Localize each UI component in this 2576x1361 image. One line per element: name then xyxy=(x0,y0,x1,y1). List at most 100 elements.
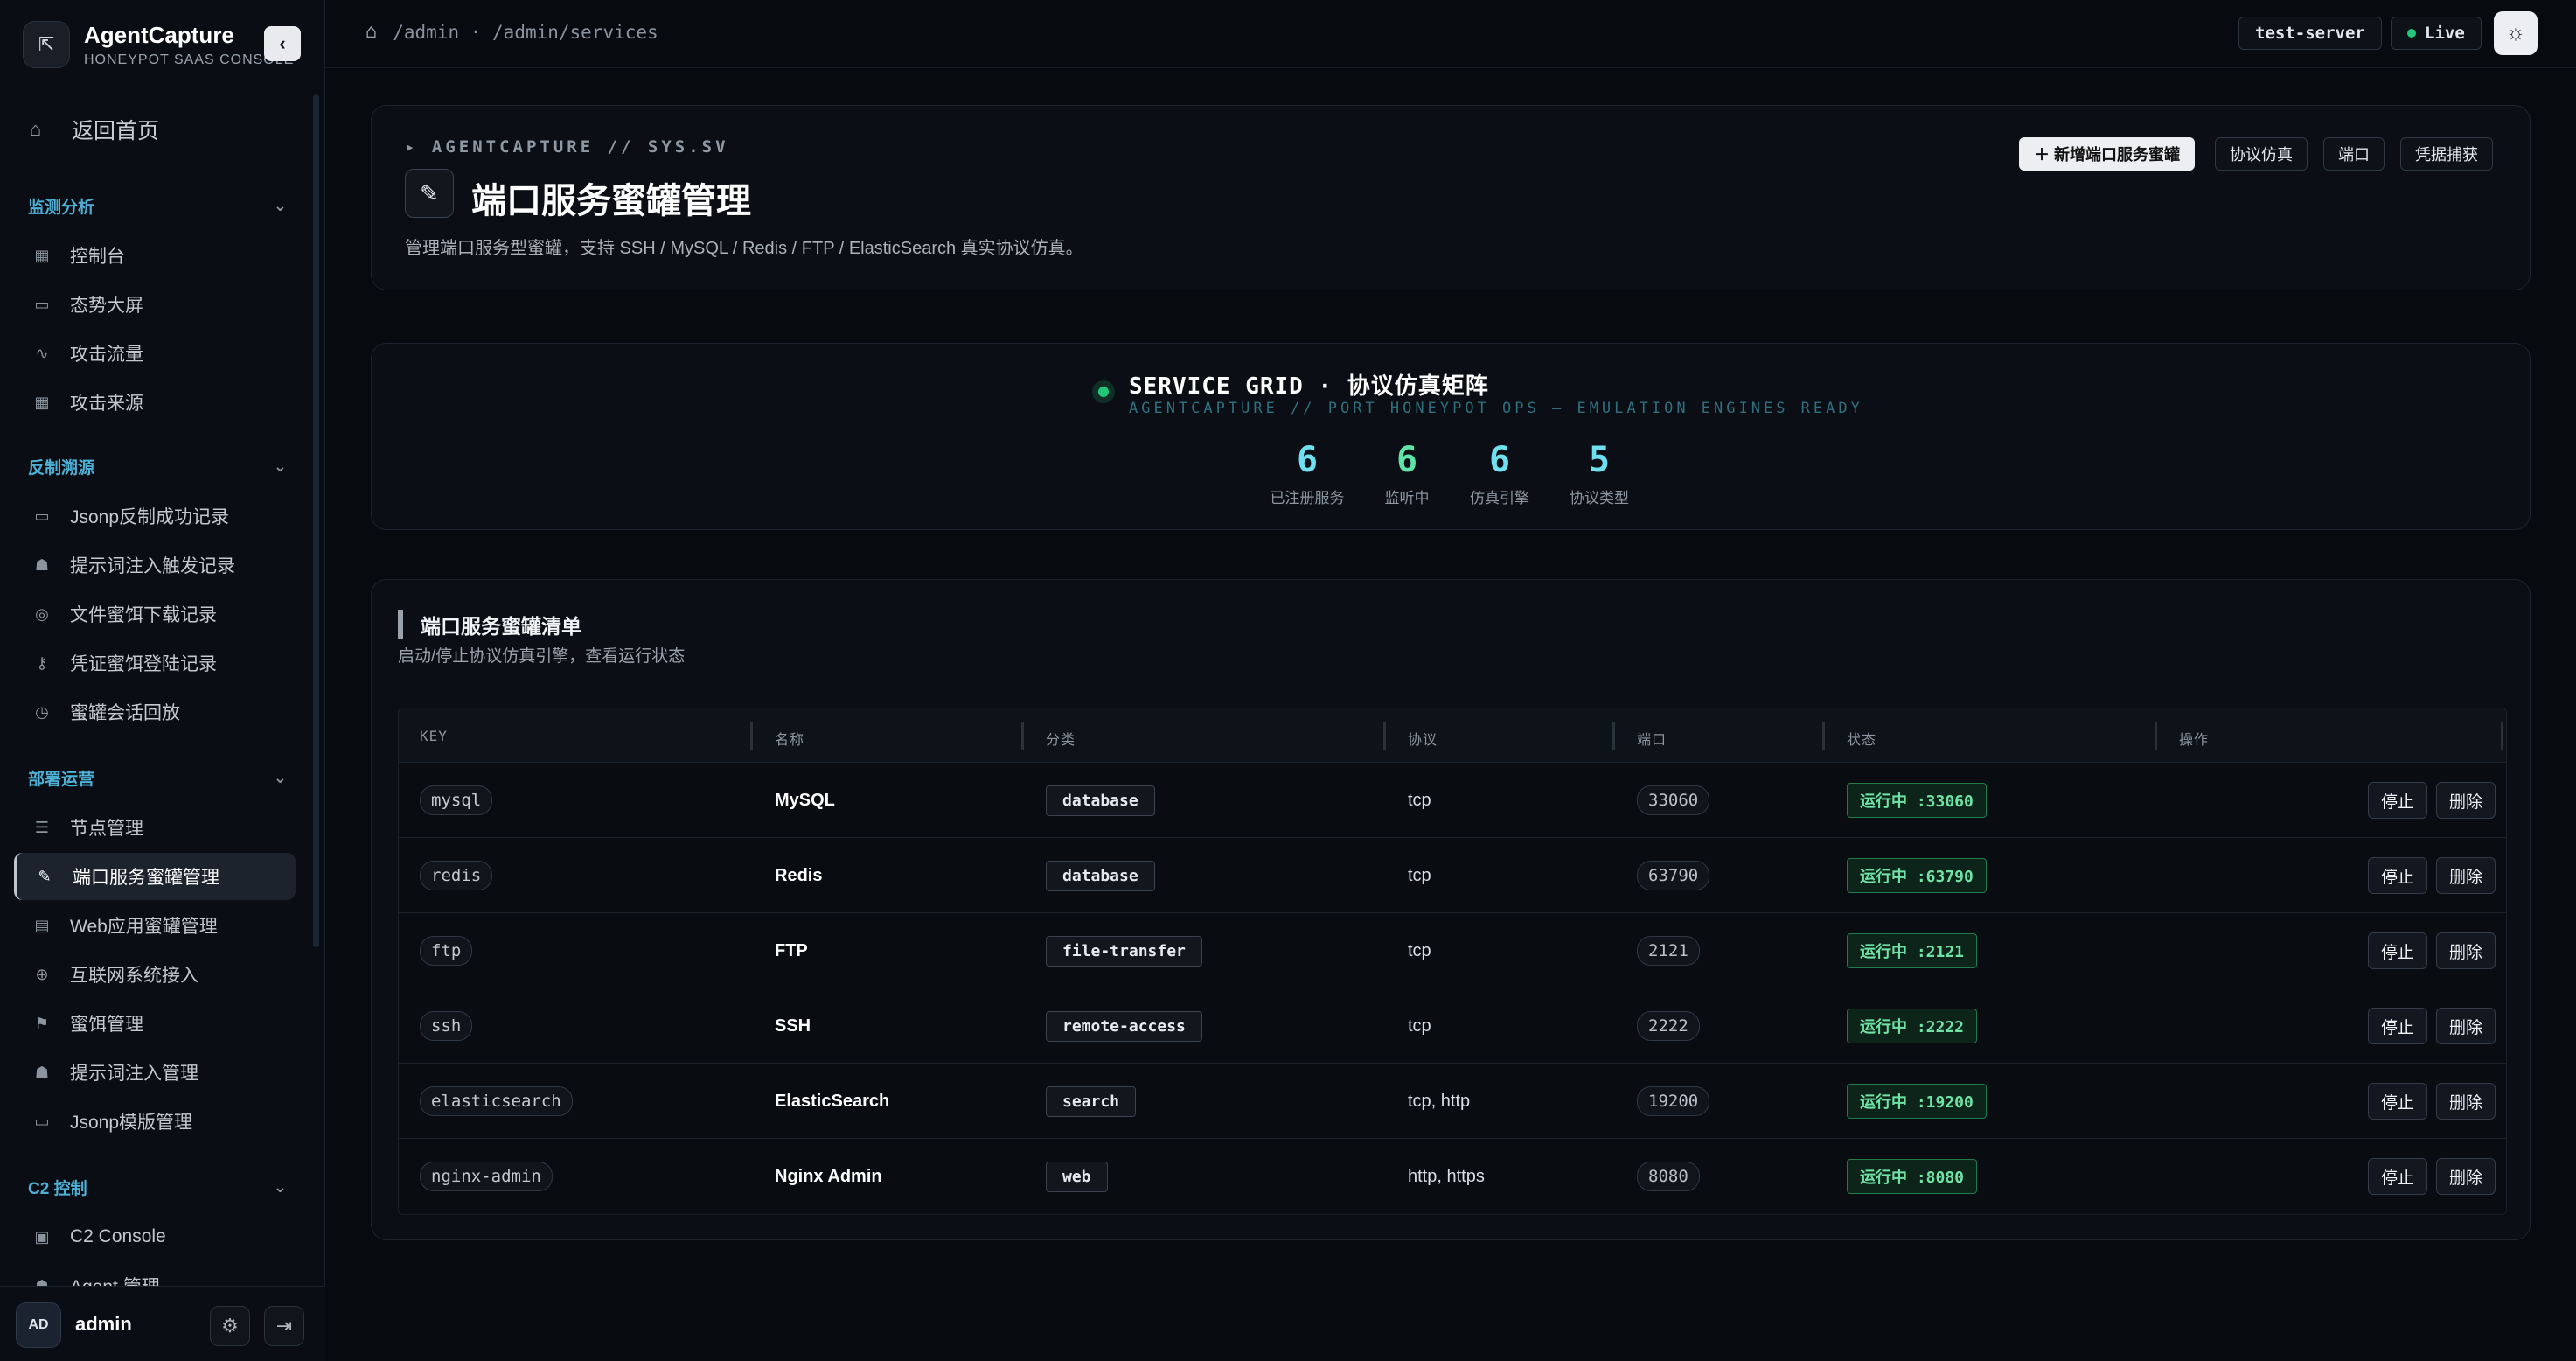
table-row[interactable]: elasticsearch ElasticSearch search tcp, … xyxy=(399,1064,2506,1139)
table-row[interactable]: ssh SSH remote-access tcp 2222 运行中 :2222… xyxy=(399,988,2506,1064)
stop-button[interactable]: 停止 xyxy=(2367,1083,2427,1120)
column-resize-handle[interactable] xyxy=(1021,722,1024,750)
sidebar-item-agent-management[interactable]: ☗ Agent 管理 xyxy=(14,1262,296,1287)
sidebar: ⇱ AgentCapture HONEYPOT SAAS CONSOLE ‹ ⌂… xyxy=(0,0,325,1361)
sidebar-item-label: 蜜饵管理 xyxy=(70,1015,143,1035)
sidebar-item-file-bait-records[interactable]: ◎ 文件蜜饵下载记录 xyxy=(14,590,296,638)
brand[interactable]: ⇱ AgentCapture HONEYPOT SAAS CONSOLE xyxy=(23,21,294,68)
stop-button[interactable]: 停止 xyxy=(2367,782,2427,819)
table-row[interactable]: nginx-admin Nginx Admin web http, https … xyxy=(399,1139,2506,1214)
breadcrumb-path: /admin · /admin/services xyxy=(393,21,658,43)
service-key: mysql xyxy=(420,785,493,815)
sidebar-item-label: 节点管理 xyxy=(70,819,143,839)
services-table: KEY 名称 分类 协议 端口 状态 操作 mysql MySQL databa… xyxy=(398,708,2507,1215)
chevron-down-icon: ⌄ xyxy=(273,1178,287,1196)
sidebar-item-label: Web应用蜜罐管理 xyxy=(70,917,218,937)
sidebar-item-c2-console[interactable]: ▣ C2 Console xyxy=(14,1213,296,1260)
delete-button[interactable]: 删除 xyxy=(2435,782,2496,819)
server-selector[interactable]: test-server xyxy=(2238,17,2382,50)
column-resize-handle[interactable] xyxy=(2155,722,2157,750)
column-resize-handle[interactable] xyxy=(2501,722,2503,750)
sidebar-item-web-honeypots[interactable]: ▤ Web应用蜜罐管理 xyxy=(14,902,296,949)
settings-button[interactable]: ⚙ xyxy=(210,1306,250,1346)
nav-section-countermeasure[interactable]: 反制溯源 ⌄ xyxy=(28,455,287,478)
sidebar-item-bait-management[interactable]: ⚑ 蜜饵管理 xyxy=(14,1000,296,1047)
bot-icon: ☗ xyxy=(34,1276,50,1287)
sidebar-item-attack-traffic[interactable]: ∿ 攻击流量 xyxy=(14,330,296,377)
logout-button[interactable]: ⇥ xyxy=(264,1306,304,1346)
chevron-down-icon: ⌄ xyxy=(273,769,287,786)
delete-button[interactable]: 删除 xyxy=(2435,1008,2496,1044)
sidebar-item-label: 攻击流量 xyxy=(70,345,143,365)
avatar[interactable]: AD xyxy=(16,1302,61,1348)
sidebar-item-jsonp-templates[interactable]: ▭ Jsonp模版管理 xyxy=(14,1098,296,1145)
sidebar-item-dashboard[interactable]: ▦ 控制台 xyxy=(14,232,296,279)
column-header-key[interactable]: KEY xyxy=(420,728,448,744)
sidebar-item-node-management[interactable]: ☰ 节点管理 xyxy=(14,804,296,851)
nav-section-c2[interactable]: C2 控制 ⌄ xyxy=(28,1176,287,1199)
column-header-name[interactable]: 名称 xyxy=(775,728,804,749)
column-resize-handle[interactable] xyxy=(1383,722,1386,750)
sidebar-item-prompt-injection-management[interactable]: ☗ 提示词注入管理 xyxy=(14,1049,296,1096)
column-header-status[interactable]: 状态 xyxy=(1847,728,1876,749)
column-header-protocol[interactable]: 协议 xyxy=(1408,728,1438,749)
service-key: redis xyxy=(420,861,493,890)
page-header-card: ▸ AGENTCAPTURE // SYS.SV ✎ 端口服务蜜罐管理 管理端口… xyxy=(371,105,2531,290)
delete-button[interactable]: 删除 xyxy=(2435,1158,2496,1195)
add-port-honeypot-button[interactable]: ＋ 新增端口服务蜜罐 xyxy=(2019,137,2196,171)
flag-icon: ⚑ xyxy=(34,1014,50,1032)
sidebar-item-attack-source[interactable]: ▦ 攻击来源 xyxy=(14,379,296,426)
status-badge: 运行中 :63790 xyxy=(1847,858,1987,893)
nav-section-deployment[interactable]: 部署运营 ⌄ xyxy=(28,766,287,790)
sidebar-item-port-services[interactable]: ✎ 端口服务蜜罐管理 xyxy=(14,853,296,900)
column-resize-handle[interactable] xyxy=(1822,722,1825,750)
category-badge: search xyxy=(1046,1085,1137,1117)
service-key: elasticsearch xyxy=(420,1086,573,1116)
topbar: ⌂ /admin · /admin/services test-server L… xyxy=(325,0,2576,68)
collapse-sidebar-button[interactable]: ‹ xyxy=(264,26,301,61)
table-row[interactable]: mysql MySQL database tcp 33060 运行中 :3306… xyxy=(399,763,2506,838)
table-header: KEY 名称 分类 协议 端口 状态 操作 xyxy=(399,708,2506,763)
live-status-badge[interactable]: Live xyxy=(2391,17,2482,50)
service-grid-card: SERVICE GRID · 协议仿真矩阵 AGENTCAPTURE // PO… xyxy=(371,343,2531,530)
service-protocol: http, https xyxy=(1408,1166,1485,1186)
port-badge: 63790 xyxy=(1637,861,1710,890)
sidebar-item-jsonp-records[interactable]: ▭ Jsonp反制成功记录 xyxy=(14,492,296,540)
credential-capture-button[interactable]: 凭据捕获 xyxy=(2400,137,2493,171)
stop-button[interactable]: 停止 xyxy=(2367,1158,2427,1195)
port-button[interactable]: 端口 xyxy=(2323,137,2385,171)
delete-button[interactable]: 删除 xyxy=(2435,857,2496,894)
stop-button[interactable]: 停止 xyxy=(2367,932,2427,969)
sidebar-item-internet-access[interactable]: ⊕ 互联网系统接入 xyxy=(14,951,296,998)
nav-section-monitoring[interactable]: 监测分析 ⌄ xyxy=(28,194,287,218)
service-name: ElasticSearch xyxy=(775,1091,890,1111)
sidebar-item-session-replay[interactable]: ◷ 蜜罐会话回放 xyxy=(14,688,296,736)
stop-button[interactable]: 停止 xyxy=(2367,857,2427,894)
sidebar-item-label: 态势大屏 xyxy=(70,296,143,316)
page-title: 端口服务蜜罐管理 xyxy=(471,182,751,220)
sidebar-item-credential-bait-records[interactable]: ⚷ 凭证蜜饵登陆记录 xyxy=(14,639,296,687)
table-row[interactable]: redis Redis database tcp 63790 运行中 :6379… xyxy=(399,838,2506,913)
sidebar-item-label: 提示词注入触发记录 xyxy=(70,556,235,576)
sidebar-item-label: 提示词注入管理 xyxy=(70,1064,198,1084)
protocol-emulation-button[interactable]: 协议仿真 xyxy=(2215,137,2308,171)
status-badge: 运行中 :8080 xyxy=(1847,1159,1978,1194)
delete-button[interactable]: 删除 xyxy=(2435,932,2496,969)
theme-toggle-button[interactable]: ☼ xyxy=(2494,11,2538,55)
column-resize-handle[interactable] xyxy=(1612,722,1615,750)
home-icon[interactable]: ⌂ xyxy=(366,21,377,43)
nav-home-link[interactable]: ⌂ 返回首页 xyxy=(30,114,159,145)
bot-icon: ☗ xyxy=(34,1063,50,1081)
column-header-category[interactable]: 分类 xyxy=(1046,728,1076,749)
service-grid-title: SERVICE GRID · 协议仿真矩阵 xyxy=(1129,373,1489,400)
stop-button[interactable]: 停止 xyxy=(2367,1008,2427,1044)
sidebar-item-prompt-injection-records[interactable]: ☗ 提示词注入触发记录 xyxy=(14,541,296,589)
table-row[interactable]: ftp FTP file-transfer tcp 2121 运行中 :2121… xyxy=(399,913,2506,988)
column-resize-handle[interactable] xyxy=(750,722,753,750)
home-icon: ⌂ xyxy=(30,118,42,140)
wrench-icon: ✎ xyxy=(38,867,52,885)
sidebar-item-label: Jsonp模版管理 xyxy=(70,1113,193,1133)
sidebar-item-big-screen[interactable]: ▭ 态势大屏 xyxy=(14,281,296,328)
column-header-port[interactable]: 端口 xyxy=(1637,728,1667,749)
delete-button[interactable]: 删除 xyxy=(2435,1083,2496,1120)
